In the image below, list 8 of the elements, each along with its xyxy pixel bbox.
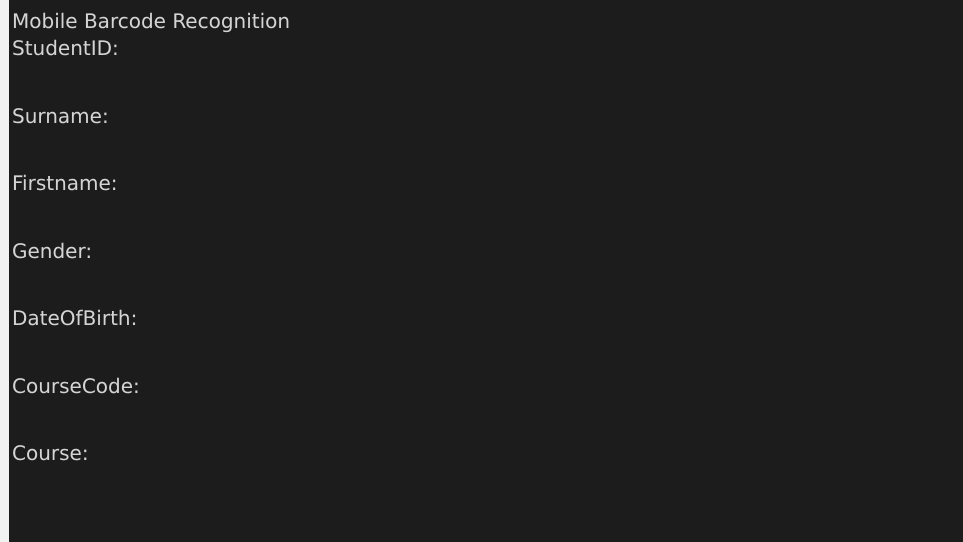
field-label: Firstname: [12, 170, 118, 197]
field-label: Surname: [12, 102, 109, 130]
window-title: Mobile Barcode Recognition [12, 8, 290, 34]
field-label: StudentID: [12, 35, 119, 62]
field-label: Course: [12, 440, 89, 467]
field-label: DateOfBirth: [12, 305, 138, 332]
field-label: CourseCode: [12, 372, 140, 400]
field-label: Gender: [12, 238, 92, 264]
